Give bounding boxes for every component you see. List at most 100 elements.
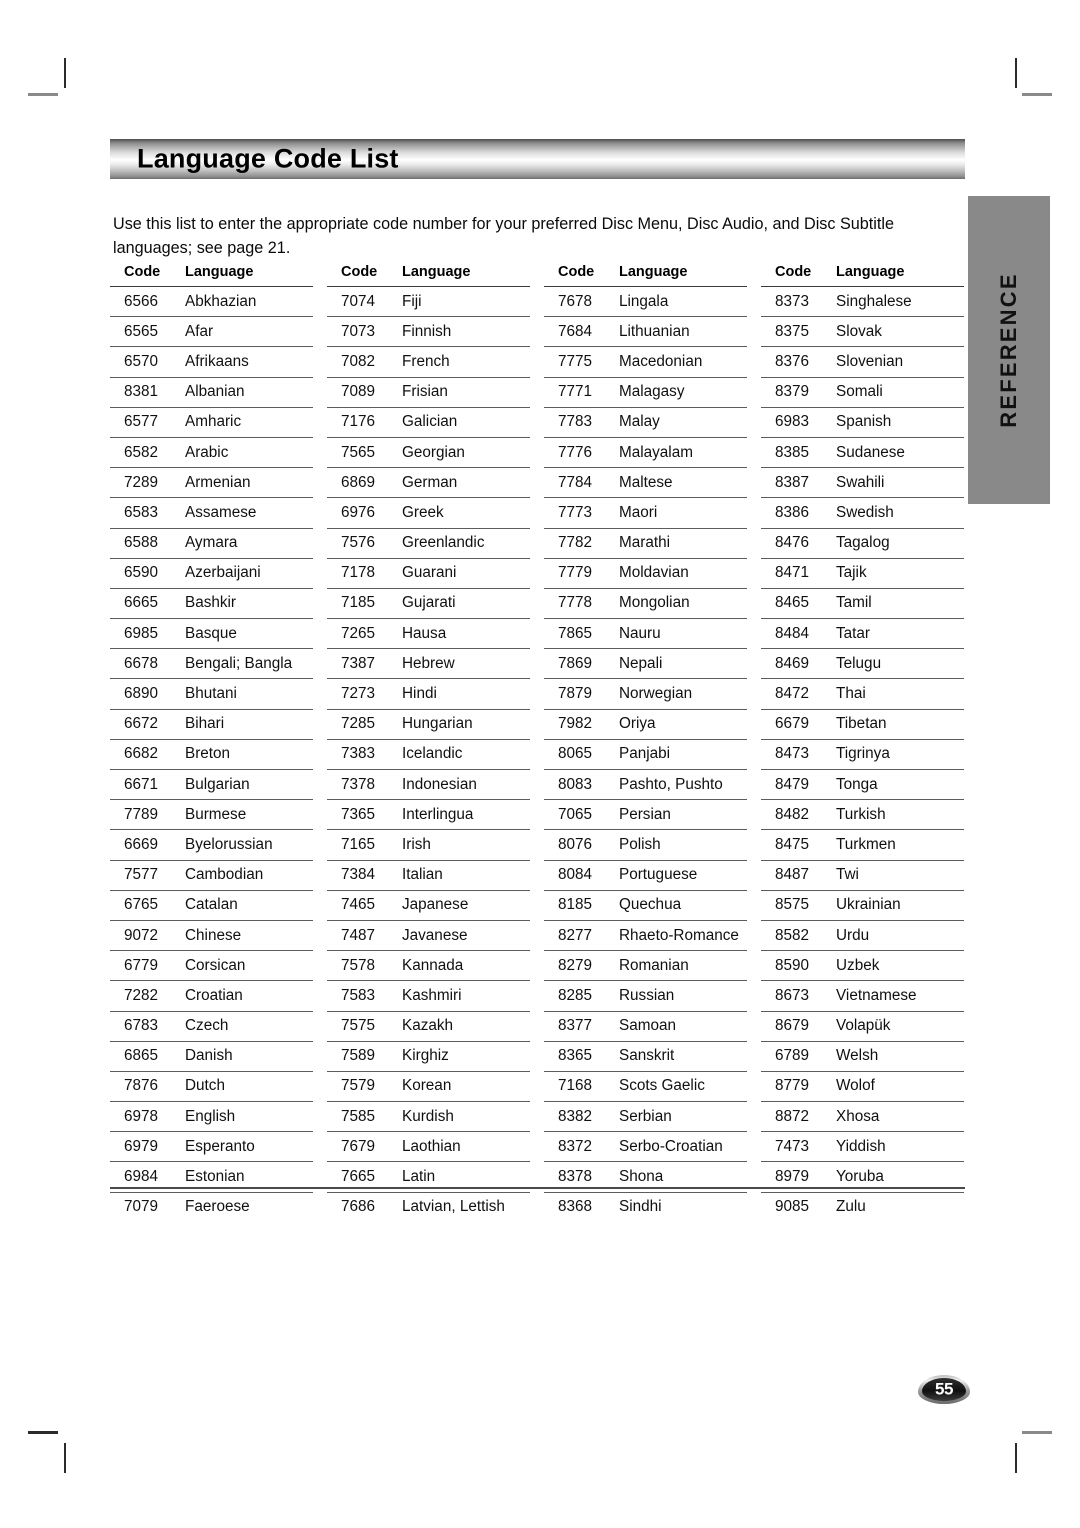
table-row: 8473 Tigrinya bbox=[761, 738, 964, 770]
cell-code: 6588 bbox=[110, 527, 180, 559]
cell-language: Laothian bbox=[397, 1131, 530, 1162]
cell-code: 8368 bbox=[544, 1191, 614, 1222]
cell-code: 8673 bbox=[761, 980, 831, 1011]
cell-language: Hungarian bbox=[397, 708, 530, 740]
cell-code: 8387 bbox=[761, 467, 831, 498]
cell-code: 6678 bbox=[110, 648, 180, 679]
table-row: 7387 Hebrew bbox=[327, 648, 530, 679]
table-row: 9085 Zulu bbox=[761, 1191, 964, 1222]
cell-code: 7869 bbox=[544, 648, 614, 679]
cell-language: Serbian bbox=[614, 1101, 747, 1132]
cell-language: Tagalog bbox=[831, 527, 964, 559]
table-row: 7684 Lithuanian bbox=[544, 316, 747, 347]
table-row: 8285 Russian bbox=[544, 980, 747, 1011]
cell-code: 8679 bbox=[761, 1010, 831, 1042]
table-row: 8387 Swahili bbox=[761, 467, 964, 498]
cell-language: Turkmen bbox=[831, 829, 964, 861]
cell-code: 7578 bbox=[327, 950, 397, 981]
cell-language: Japanese bbox=[397, 889, 530, 921]
cell-language: Chinese bbox=[180, 919, 313, 951]
cell-code: 8373 bbox=[761, 285, 831, 317]
cell-language: Persian bbox=[614, 799, 747, 830]
cell-code: 7165 bbox=[327, 829, 397, 861]
table-row: 8368 Sindhi bbox=[544, 1191, 747, 1222]
cell-language: Serbo-Croatian bbox=[614, 1131, 747, 1162]
section-tab-reference: REFERENCE bbox=[968, 196, 1050, 504]
cell-language: Latvian, Lettish bbox=[397, 1191, 530, 1222]
table-row: 7869 Nepali bbox=[544, 648, 747, 679]
cell-code: 7779 bbox=[544, 557, 614, 589]
column-header-code: Code bbox=[341, 264, 378, 280]
cell-code: 8065 bbox=[544, 738, 614, 770]
table-row: 6588 Aymara bbox=[110, 527, 313, 559]
table-row: 7465 Japanese bbox=[327, 889, 530, 921]
cell-code: 7289 bbox=[110, 467, 180, 498]
table-row: 8487 Twi bbox=[761, 859, 964, 891]
crop-mark-top-left-horizontal bbox=[28, 93, 58, 96]
table-row: 8465 Tamil bbox=[761, 587, 964, 619]
cell-code: 6789 bbox=[761, 1040, 831, 1072]
cell-code: 7782 bbox=[544, 527, 614, 559]
cell-code: 7487 bbox=[327, 919, 397, 951]
cell-code: 6682 bbox=[110, 738, 180, 770]
table-row: 8083 Pashto, Pushto bbox=[544, 768, 747, 800]
cell-code: 7365 bbox=[327, 799, 397, 830]
cell-code: 6570 bbox=[110, 346, 180, 378]
cell-code: 8381 bbox=[110, 376, 180, 408]
cell-language: Swedish bbox=[831, 497, 964, 528]
table-row: 6577 Amharic bbox=[110, 406, 313, 438]
table-row: 8373 Singhalese bbox=[761, 285, 964, 317]
cell-code: 7678 bbox=[544, 285, 614, 317]
table-row: 8076 Polish bbox=[544, 829, 747, 861]
cell-code: 7082 bbox=[327, 346, 397, 378]
cell-language: Portuguese bbox=[614, 859, 747, 891]
cell-language: Spanish bbox=[831, 406, 964, 438]
cell-code: 6865 bbox=[110, 1040, 180, 1072]
cell-language: French bbox=[397, 346, 530, 378]
table-row: 6678 Bengali; Bangla bbox=[110, 648, 313, 679]
table-row: 7576 Greenlandic bbox=[327, 527, 530, 559]
cell-code: 7079 bbox=[110, 1191, 180, 1222]
cell-code: 7273 bbox=[327, 678, 397, 710]
cell-language: Aymara bbox=[180, 527, 313, 559]
table-row: 6983 Spanish bbox=[761, 406, 964, 438]
table-row: 7168 Scots Gaelic bbox=[544, 1070, 747, 1102]
table-row: 7779 Moldavian bbox=[544, 557, 747, 589]
table-row: 7678 Lingala bbox=[544, 285, 747, 317]
table-row: 6783 Czech bbox=[110, 1010, 313, 1042]
cell-language: Danish bbox=[180, 1040, 313, 1072]
table-row: 6865 Danish bbox=[110, 1040, 313, 1072]
column-header-language: Language bbox=[402, 264, 471, 280]
table-row: 8376 Slovenian bbox=[761, 346, 964, 378]
code-table: Code Language 6566 Abkhazian 6565 Afar 6570 Afr… bbox=[110, 258, 313, 1222]
code-column: Code Language 6566 Abkhazian 6565 Afar 6570 Afr… bbox=[110, 258, 313, 1222]
cell-code: 7073 bbox=[327, 316, 397, 347]
cell-language: Frisian bbox=[397, 376, 530, 408]
cell-code: 8277 bbox=[544, 919, 614, 951]
table-row: 6978 English bbox=[110, 1101, 313, 1132]
cell-code: 8590 bbox=[761, 950, 831, 981]
cell-code: 7773 bbox=[544, 497, 614, 528]
cell-code: 6583 bbox=[110, 497, 180, 528]
cell-code: 6565 bbox=[110, 316, 180, 347]
cell-language: Irish bbox=[397, 829, 530, 861]
cell-code: 8386 bbox=[761, 497, 831, 528]
cell-code: 7776 bbox=[544, 436, 614, 468]
cell-code: 7876 bbox=[110, 1070, 180, 1102]
table-row: 7065 Persian bbox=[544, 799, 747, 830]
code-table: Code Language 7074 Fiji 7073 Finnish 7082 Frenc… bbox=[327, 258, 530, 1222]
table-row: 7473 Yiddish bbox=[761, 1131, 964, 1162]
table-row: 7679 Laothian bbox=[327, 1131, 530, 1162]
cell-language: Volapük bbox=[831, 1010, 964, 1042]
table-row: 8471 Tajik bbox=[761, 557, 964, 589]
column-header-code: Code bbox=[775, 264, 812, 280]
table-row: 7876 Dutch bbox=[110, 1070, 313, 1102]
table-row: 7579 Korean bbox=[327, 1070, 530, 1102]
table-row: 7783 Malay bbox=[544, 406, 747, 438]
cell-code: 7384 bbox=[327, 859, 397, 891]
cell-language: Urdu bbox=[831, 919, 964, 951]
cell-language: Czech bbox=[180, 1010, 313, 1042]
cell-language: Catalan bbox=[180, 889, 313, 921]
cell-language: Russian bbox=[614, 980, 747, 1011]
table-row: 6779 Corsican bbox=[110, 950, 313, 981]
